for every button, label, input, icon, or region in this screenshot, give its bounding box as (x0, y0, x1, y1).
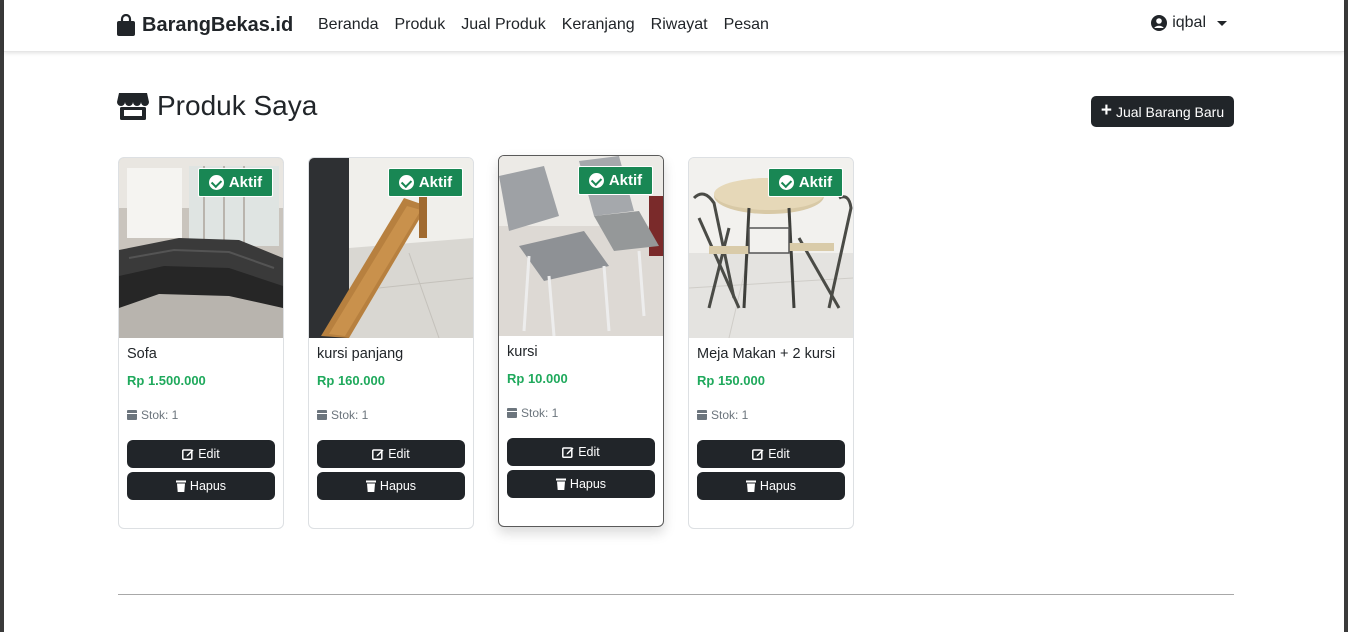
shopping-bag-icon (117, 14, 135, 36)
product-stock: Stok: 1 (507, 406, 558, 420)
product-card: Aktif Meja Makan + 2 kursi Rp 150.000 St… (688, 157, 854, 529)
status-badge: Aktif (768, 168, 843, 197)
stock-label: Stok: 1 (141, 408, 179, 422)
nav-link-produk[interactable]: Produk (395, 16, 446, 34)
trash-icon (745, 480, 756, 492)
delete-label: Hapus (569, 477, 607, 491)
edit-label: Edit (768, 447, 790, 461)
delete-label: Hapus (379, 479, 417, 493)
trash-icon (555, 478, 566, 490)
add-product-label: Jual Barang Baru (1115, 103, 1225, 120)
delete-button[interactable]: Hapus (317, 472, 465, 500)
product-card: Aktif Sofa Rp 1.500.000 Stok: 1 Edit Hap… (118, 157, 284, 529)
calendar-icon (507, 408, 517, 418)
product-name: kursi (507, 344, 538, 360)
page-title-text: Produk Saya (157, 90, 318, 121)
product-stock: Stok: 1 (317, 408, 368, 422)
edit-icon (752, 449, 764, 460)
nav-link-keranjang[interactable]: Keranjang (562, 16, 635, 34)
nav-link-jual-produk[interactable]: Jual Produk (461, 16, 546, 34)
status-badge: Aktif (578, 166, 653, 195)
edit-button[interactable]: Edit (127, 440, 275, 468)
product-name: kursi panjang (317, 346, 404, 362)
nav-link-riwayat[interactable]: Riwayat (651, 16, 708, 34)
check-circle-icon (208, 175, 224, 190)
brand-link[interactable]: BarangBekas.id (117, 12, 293, 38)
product-price: Rp 150.000 (697, 373, 765, 388)
nav-link-beranda[interactable]: Beranda (318, 16, 379, 34)
status-badge: Aktif (198, 168, 273, 197)
status-label: Aktif (798, 174, 833, 191)
add-product-button[interactable]: + Jual Barang Baru (1091, 96, 1234, 127)
check-circle-icon (398, 175, 414, 190)
trash-icon (175, 480, 186, 492)
brand-name: BarangBekas.id (142, 13, 294, 36)
trash-icon (365, 480, 376, 492)
footer-divider (118, 594, 1234, 595)
edit-label: Edit (578, 445, 600, 459)
product-card: Aktif kursi panjang Rp 160.000 Stok: 1 E… (308, 157, 474, 529)
user-name: iqbal (1172, 14, 1206, 31)
product-price: Rp 10.000 (507, 371, 568, 386)
calendar-icon (697, 410, 707, 420)
status-label: Aktif (228, 174, 263, 191)
stock-label: Stok: 1 (521, 406, 559, 420)
product-name: Sofa (127, 346, 157, 362)
navbar: BarangBekas.id Beranda Produk Jual Produ… (4, 0, 1344, 52)
status-label: Aktif (418, 174, 453, 191)
edit-button[interactable]: Edit (317, 440, 465, 468)
edit-button[interactable]: Edit (507, 438, 655, 466)
page-title: Produk Saya (117, 90, 317, 122)
product-stock: Stok: 1 (697, 408, 748, 422)
edit-label: Edit (198, 447, 220, 461)
calendar-icon (127, 410, 137, 420)
nav-links: Beranda Produk Jual Produk Keranjang Riw… (318, 0, 785, 50)
store-icon (117, 93, 149, 120)
edit-icon (182, 449, 194, 460)
edit-icon (372, 449, 384, 460)
calendar-icon (317, 410, 327, 420)
product-stock: Stok: 1 (127, 408, 178, 422)
edit-icon (562, 447, 574, 458)
edit-label: Edit (388, 447, 410, 461)
delete-label: Hapus (759, 479, 797, 493)
delete-button[interactable]: Hapus (507, 470, 655, 498)
delete-button[interactable]: Hapus (697, 472, 845, 500)
product-name: Meja Makan + 2 kursi (697, 346, 836, 362)
stock-label: Stok: 1 (331, 408, 369, 422)
edit-button[interactable]: Edit (697, 440, 845, 468)
delete-label: Hapus (189, 479, 227, 493)
check-circle-icon (778, 175, 794, 190)
user-circle-icon (1151, 15, 1168, 31)
check-circle-icon (588, 173, 604, 188)
delete-button[interactable]: Hapus (127, 472, 275, 500)
user-dropdown[interactable]: iqbal (1151, 14, 1227, 32)
product-price: Rp 1.500.000 (127, 373, 206, 388)
caret-down-icon (1217, 20, 1227, 26)
status-badge: Aktif (388, 168, 463, 197)
stock-label: Stok: 1 (711, 408, 749, 422)
status-label: Aktif (608, 172, 643, 189)
plus-icon: + (1100, 100, 1112, 121)
product-card: Aktif kursi Rp 10.000 Stok: 1 Edit Hapus (498, 155, 664, 527)
product-price: Rp 160.000 (317, 373, 385, 388)
nav-link-pesan[interactable]: Pesan (724, 16, 769, 34)
